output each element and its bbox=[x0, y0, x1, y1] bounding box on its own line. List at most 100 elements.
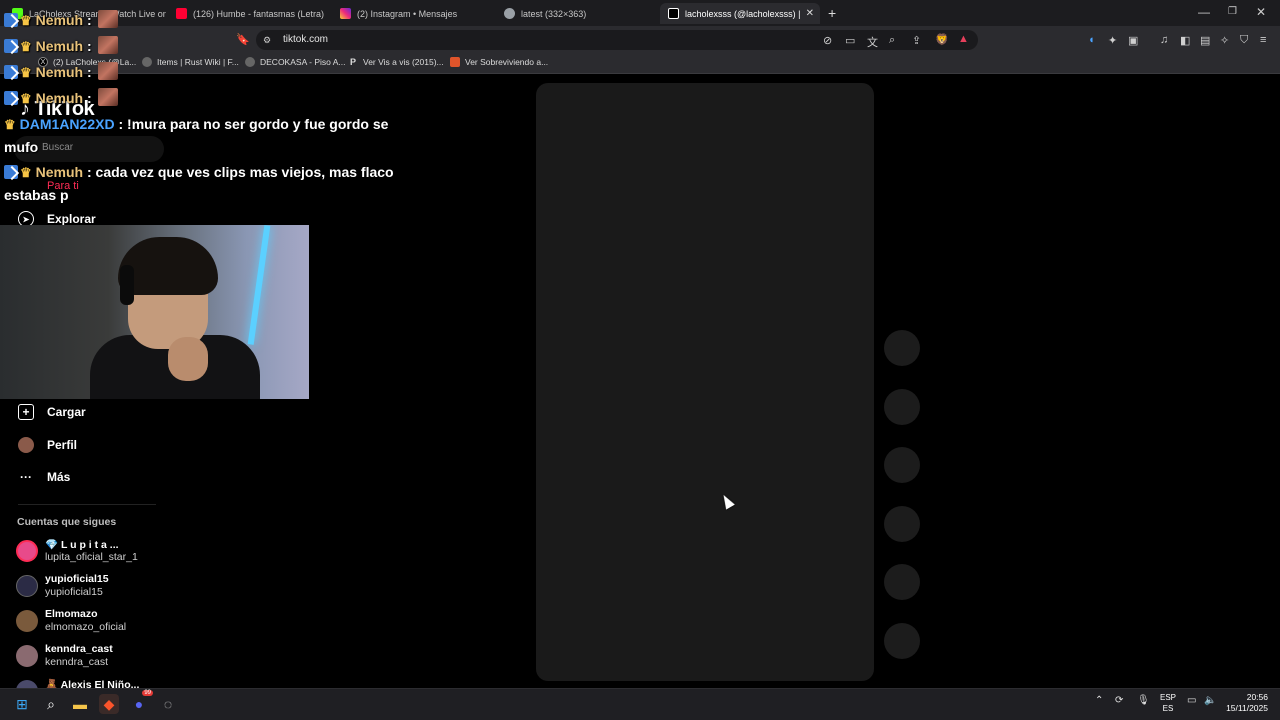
file-explorer-icon[interactable]: ▬ bbox=[70, 694, 90, 714]
bookmark-item[interactable]: P Ver Vis a vis (2015)... bbox=[348, 57, 444, 67]
following-title: Cuentas que sigues bbox=[17, 516, 117, 528]
save-button[interactable] bbox=[884, 447, 920, 483]
chat-message-cont: estabas p bbox=[4, 187, 69, 203]
menu-icon[interactable]: ≡ bbox=[1260, 34, 1266, 46]
youtube-icon bbox=[176, 8, 187, 19]
crown-icon: ♛ bbox=[4, 117, 16, 132]
more-dots-icon: ··· bbox=[20, 470, 32, 484]
network-icon[interactable]: ▭ bbox=[1187, 695, 1196, 706]
windows-start-icon[interactable]: ⊞ bbox=[12, 694, 32, 714]
emote-icon bbox=[97, 88, 118, 106]
extensions-icon[interactable]: ✦ bbox=[1108, 34, 1117, 47]
app-icon[interactable]: ◌ bbox=[158, 694, 178, 714]
brave-rewards-icon[interactable]: ▲ bbox=[958, 33, 969, 45]
search-icon[interactable]: ⌕ bbox=[41, 694, 61, 714]
streamer-hand bbox=[168, 337, 208, 381]
notification-badge: 99 bbox=[142, 690, 153, 696]
crown-icon: ♛ bbox=[20, 165, 32, 180]
following-account[interactable]: kenndra_cast kenndra_cast bbox=[16, 643, 176, 675]
more-button[interactable] bbox=[884, 623, 920, 659]
verified-badge-icon bbox=[4, 91, 18, 105]
close-window-icon[interactable]: ✕ bbox=[1256, 5, 1266, 19]
chat-message: ♛ Nemuh : bbox=[4, 61, 118, 84]
chevron-up-icon[interactable]: ⌃ bbox=[1095, 695, 1103, 706]
globe-icon bbox=[504, 8, 515, 19]
emote-icon bbox=[97, 10, 118, 28]
sidebar-icon[interactable]: ◧ bbox=[1180, 34, 1190, 47]
crown-icon: ♛ bbox=[20, 39, 32, 54]
emote-icon bbox=[97, 36, 118, 54]
p-icon: P bbox=[349, 57, 356, 67]
bookmark-item[interactable]: Items | Rust Wiki | F... bbox=[142, 57, 239, 67]
search-placeholder: Buscar bbox=[42, 142, 74, 153]
restore-icon[interactable]: ❐ bbox=[1228, 6, 1237, 17]
chat-message: ♛ Nemuh : cada vez que ves clips mas viej… bbox=[4, 161, 394, 184]
following-account[interactable]: 🧸 Alexis El Niño... bbox=[16, 678, 176, 688]
instagram-icon bbox=[340, 8, 351, 19]
share-button[interactable] bbox=[884, 506, 920, 542]
verified-badge-icon bbox=[4, 39, 18, 53]
avatar bbox=[16, 680, 38, 688]
avatar bbox=[16, 540, 38, 562]
comment-button[interactable] bbox=[884, 389, 920, 425]
chat-message: ♛ Nemuh : bbox=[4, 35, 118, 58]
video-player[interactable] bbox=[536, 83, 874, 681]
language-indicator[interactable]: ESP ES bbox=[1160, 692, 1176, 714]
nav-mas[interactable]: ··· Más bbox=[18, 469, 70, 485]
new-tab-button[interactable]: + bbox=[828, 5, 836, 21]
sound-button[interactable] bbox=[884, 564, 920, 600]
following-account[interactable]: Elmomazo elmomazo_oficial bbox=[16, 608, 176, 640]
verified-badge-icon bbox=[4, 65, 18, 79]
close-tab-icon[interactable]: ✕ bbox=[806, 8, 814, 19]
cast-icon[interactable]: ▭ bbox=[845, 34, 855, 47]
crown-icon: ♛ bbox=[20, 65, 32, 80]
tab-instagram[interactable]: (2) Instagram • Mensajes bbox=[332, 3, 490, 24]
brave-shields-icon[interactable]: 🦁 bbox=[935, 33, 949, 46]
tab-latest[interactable]: latest (332×363) bbox=[496, 3, 654, 24]
minimize-icon[interactable]: — bbox=[1198, 5, 1210, 19]
crown-icon: ♛ bbox=[20, 13, 32, 28]
no-camera-icon[interactable]: ⊘ bbox=[823, 34, 832, 47]
zoom-icon[interactable]: ⌕ bbox=[889, 34, 895, 47]
wallet-icon[interactable]: ▣ bbox=[1128, 34, 1138, 47]
avatar bbox=[16, 645, 38, 667]
tab-tiktok[interactable]: lacholexsss (@lacholexsss) | TikT ✕ bbox=[660, 3, 820, 24]
site-settings-icon[interactable]: ⚙ bbox=[263, 35, 271, 46]
like-button[interactable] bbox=[884, 330, 920, 366]
discord-icon[interactable]: ● 99 bbox=[129, 690, 153, 714]
chat-message-cont: mufo bbox=[4, 139, 39, 155]
crown-icon: ♛ bbox=[20, 91, 32, 106]
clock[interactable]: 20:56 15/11/2025 bbox=[1222, 692, 1268, 714]
nav-perfil[interactable]: Perfil bbox=[18, 437, 77, 453]
shield-icon[interactable]: ⛉ bbox=[1240, 34, 1248, 47]
headset bbox=[120, 265, 134, 305]
leo-ai-icon[interactable]: ✧ bbox=[1220, 34, 1229, 47]
taskbar bbox=[0, 688, 1280, 720]
avatar bbox=[16, 610, 38, 632]
site-icon bbox=[450, 57, 460, 67]
brave-browser-icon[interactable]: ◆ bbox=[99, 694, 119, 714]
nav-cargar[interactable]: + Cargar bbox=[18, 404, 86, 420]
translate-icon[interactable]: 文 bbox=[867, 34, 878, 50]
following-account[interactable]: yupioficial15 yupioficial15 bbox=[16, 573, 176, 605]
media-icon[interactable]: ♫ bbox=[1160, 34, 1168, 46]
share-icon[interactable]: ⇪ bbox=[912, 34, 921, 47]
divider bbox=[18, 504, 156, 505]
tab-youtube[interactable]: (126) Humbe - fantasmas (Letra) - Yo bbox=[168, 3, 326, 24]
globe-icon bbox=[142, 57, 152, 67]
globe-icon bbox=[245, 57, 255, 67]
url-text[interactable]: tiktok.com bbox=[283, 34, 328, 45]
tiktok-icon bbox=[668, 8, 679, 19]
bookmark-item[interactable]: DECOKASA - Piso A... bbox=[245, 57, 346, 67]
bookmark-item[interactable]: Ver Sobreviviendo a... bbox=[450, 57, 548, 67]
upload-icon: + bbox=[18, 404, 34, 420]
bookmark-icon[interactable]: 🔖 bbox=[236, 33, 250, 46]
audio-playing-icon[interactable]: ◖ bbox=[1088, 34, 1095, 46]
vpn-icon[interactable]: ▤ bbox=[1200, 34, 1210, 47]
sync-icon[interactable]: ⟳ bbox=[1115, 695, 1123, 706]
chat-message: ♛ DAM1AN22XD : !mura para no ser gordo y … bbox=[4, 116, 389, 132]
volume-icon[interactable]: 🔈 bbox=[1204, 695, 1216, 706]
following-account[interactable]: 💎 L u p i t a ... lupita_oficial_star_1 bbox=[16, 538, 176, 570]
verified-badge-icon bbox=[4, 165, 18, 179]
microphone-icon[interactable]: 🎙 bbox=[1137, 695, 1150, 706]
